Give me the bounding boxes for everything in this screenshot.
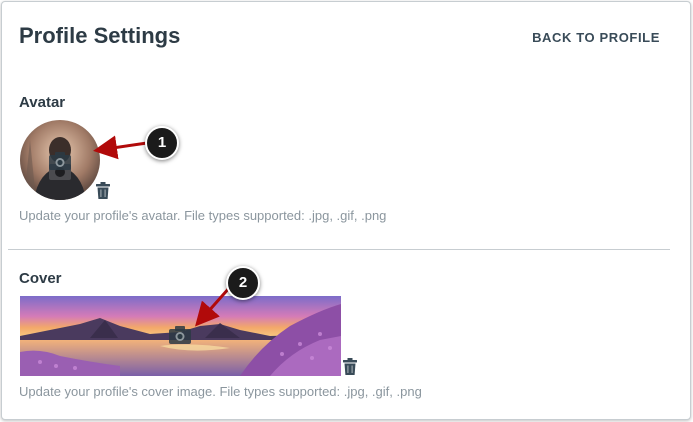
delete-avatar-trash-icon[interactable] (96, 182, 110, 199)
back-to-profile-link[interactable]: BACK TO PROFILE (532, 30, 660, 45)
camera-icon[interactable] (49, 152, 71, 170)
delete-cover-trash-icon[interactable] (343, 358, 357, 375)
camera-icon[interactable] (169, 326, 191, 344)
avatar-help-text: Update your profile's avatar. File types… (19, 208, 387, 223)
callout-2: 2 (226, 266, 260, 300)
avatar-image[interactable] (20, 120, 100, 200)
annotation-arrow-1 (93, 135, 148, 160)
avatar-section-label: Avatar (19, 94, 66, 111)
section-divider (8, 249, 670, 250)
callout-1: 1 (145, 126, 179, 160)
page-title: Profile Settings (19, 23, 181, 48)
cover-section-label: Cover (19, 270, 62, 287)
profile-settings-panel: Profile Settings BACK TO PROFILE Avatar (1, 1, 691, 420)
cover-image[interactable] (20, 296, 341, 376)
cover-help-text: Update your profile's cover image. File … (19, 384, 422, 399)
